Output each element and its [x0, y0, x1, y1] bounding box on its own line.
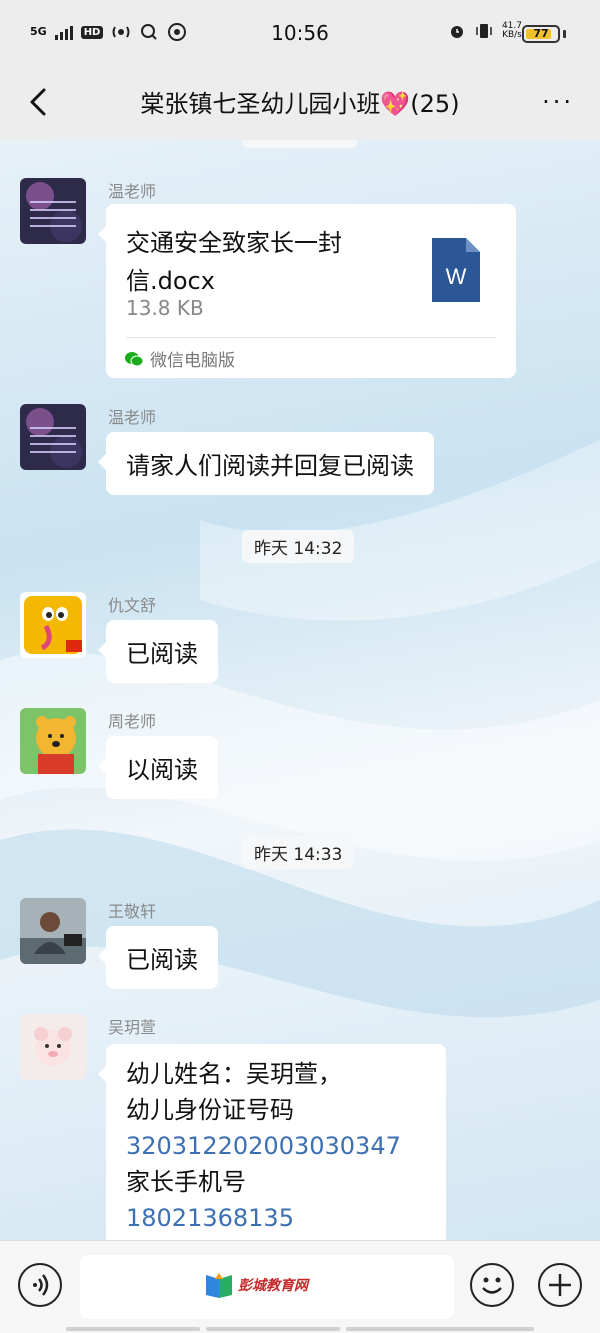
battery-level: 77: [533, 27, 549, 40]
avatar[interactable]: [20, 898, 86, 964]
timestamp: 昨天 14:33: [242, 836, 355, 869]
id-label-line: 幼儿身份证号码: [126, 1096, 294, 1124]
voice-icon: [33, 1274, 49, 1296]
gesture-bar: [66, 1327, 200, 1331]
net-speed: 41.7 KB/s: [502, 22, 522, 40]
status-bar: 5G HD 10:56 41.7 KB/s 77: [0, 0, 600, 66]
id-number-link[interactable]: 320312202003030347: [126, 1128, 426, 1164]
avatar[interactable]: [20, 708, 86, 774]
emoji-icon: [482, 1277, 502, 1294]
sender-name: 王敬轩: [108, 902, 157, 921]
message-text: 仇文舒 已阅读: [20, 592, 280, 692]
vibrate-icon: [476, 24, 492, 38]
more-options-button[interactable]: ···: [542, 88, 574, 116]
book-logo-icon: [206, 1273, 232, 1298]
avatar[interactable]: [20, 1014, 86, 1080]
sender-name: 温老师: [108, 408, 157, 427]
gesture-bar: [346, 1327, 534, 1331]
wechat-icon: [125, 352, 144, 367]
message-text: 王敬轩 已阅读: [20, 898, 280, 998]
message-text: 吴玥萱 幼儿姓名：吴玥萱， 幼儿身份证号码 320312202003030347…: [20, 1014, 460, 1240]
chat-header: 棠张镇七圣幼儿园小班💖(25) ···: [0, 66, 600, 140]
battery-icon: 77: [522, 25, 560, 43]
chat-area[interactable]: 温老师 交通安全致家长一封信.docx 13.8 KB W 微信电脑版 温老师 …: [0, 140, 600, 1240]
message-text: 温老师 请家人们阅读并回复已阅读: [20, 404, 500, 504]
message-bubble[interactable]: 已阅读: [98, 926, 218, 989]
phone-label-line: 家长手机号: [126, 1168, 246, 1196]
file-name: 交通安全致家长一封信.docx: [126, 229, 342, 295]
sender-name: 仇文舒: [108, 596, 157, 615]
watermark-text: 彭城教育网: [238, 1278, 308, 1294]
message-input[interactable]: 彭城教育网: [80, 1255, 454, 1319]
message-bubble[interactable]: 幼儿姓名：吴玥萱， 幼儿身份证号码 320312202003030347 家长手…: [98, 1044, 446, 1240]
sender-name: 吴玥萱: [108, 1018, 157, 1037]
sender-name: 周老师: [108, 712, 157, 731]
avatar[interactable]: [20, 592, 86, 658]
file-source: 微信电脑版: [150, 351, 235, 371]
timestamp: 昨天 14:32: [242, 530, 355, 563]
sender-name: 温老师: [108, 182, 157, 201]
message-bubble[interactable]: 已阅读: [98, 620, 218, 683]
avatar[interactable]: [20, 404, 86, 470]
gesture-bar: [206, 1327, 340, 1331]
message-bubble[interactable]: 以阅读: [98, 736, 218, 799]
alarm-icon: [450, 26, 463, 38]
message-text: 周老师 以阅读: [20, 708, 280, 808]
word-icon-letter: W: [446, 264, 467, 289]
avatar[interactable]: [20, 178, 86, 244]
battery-cap: [563, 30, 566, 38]
voice-input-button[interactable]: [18, 1263, 62, 1307]
status-right: 41.7 KB/s: [448, 22, 522, 40]
word-document-icon: W: [432, 238, 480, 302]
more-functions-button[interactable]: [538, 1263, 582, 1307]
net-speed-unit: KB/s: [502, 30, 522, 40]
file-attachment[interactable]: 交通安全致家长一封信.docx 13.8 KB W 微信电脑版: [98, 204, 516, 378]
timestamp-partial: [242, 140, 358, 148]
message-bubble[interactable]: 请家人们阅读并回复已阅读: [98, 432, 434, 495]
emoji-button[interactable]: [470, 1263, 514, 1307]
chat-title: 棠张镇七圣幼儿园小班💖(25): [140, 90, 460, 118]
file-size: 13.8 KB: [126, 296, 204, 320]
plus-icon: [549, 1274, 571, 1296]
divider: [126, 337, 496, 338]
input-bar: 彭城教育网: [0, 1240, 600, 1333]
message-file: 温老师 交通安全致家长一封信.docx 13.8 KB W 微信电脑版: [20, 178, 540, 388]
child-name-line: 幼儿姓名：吴玥萱，: [126, 1060, 342, 1088]
phone-number-link[interactable]: 18021368135: [126, 1200, 426, 1236]
